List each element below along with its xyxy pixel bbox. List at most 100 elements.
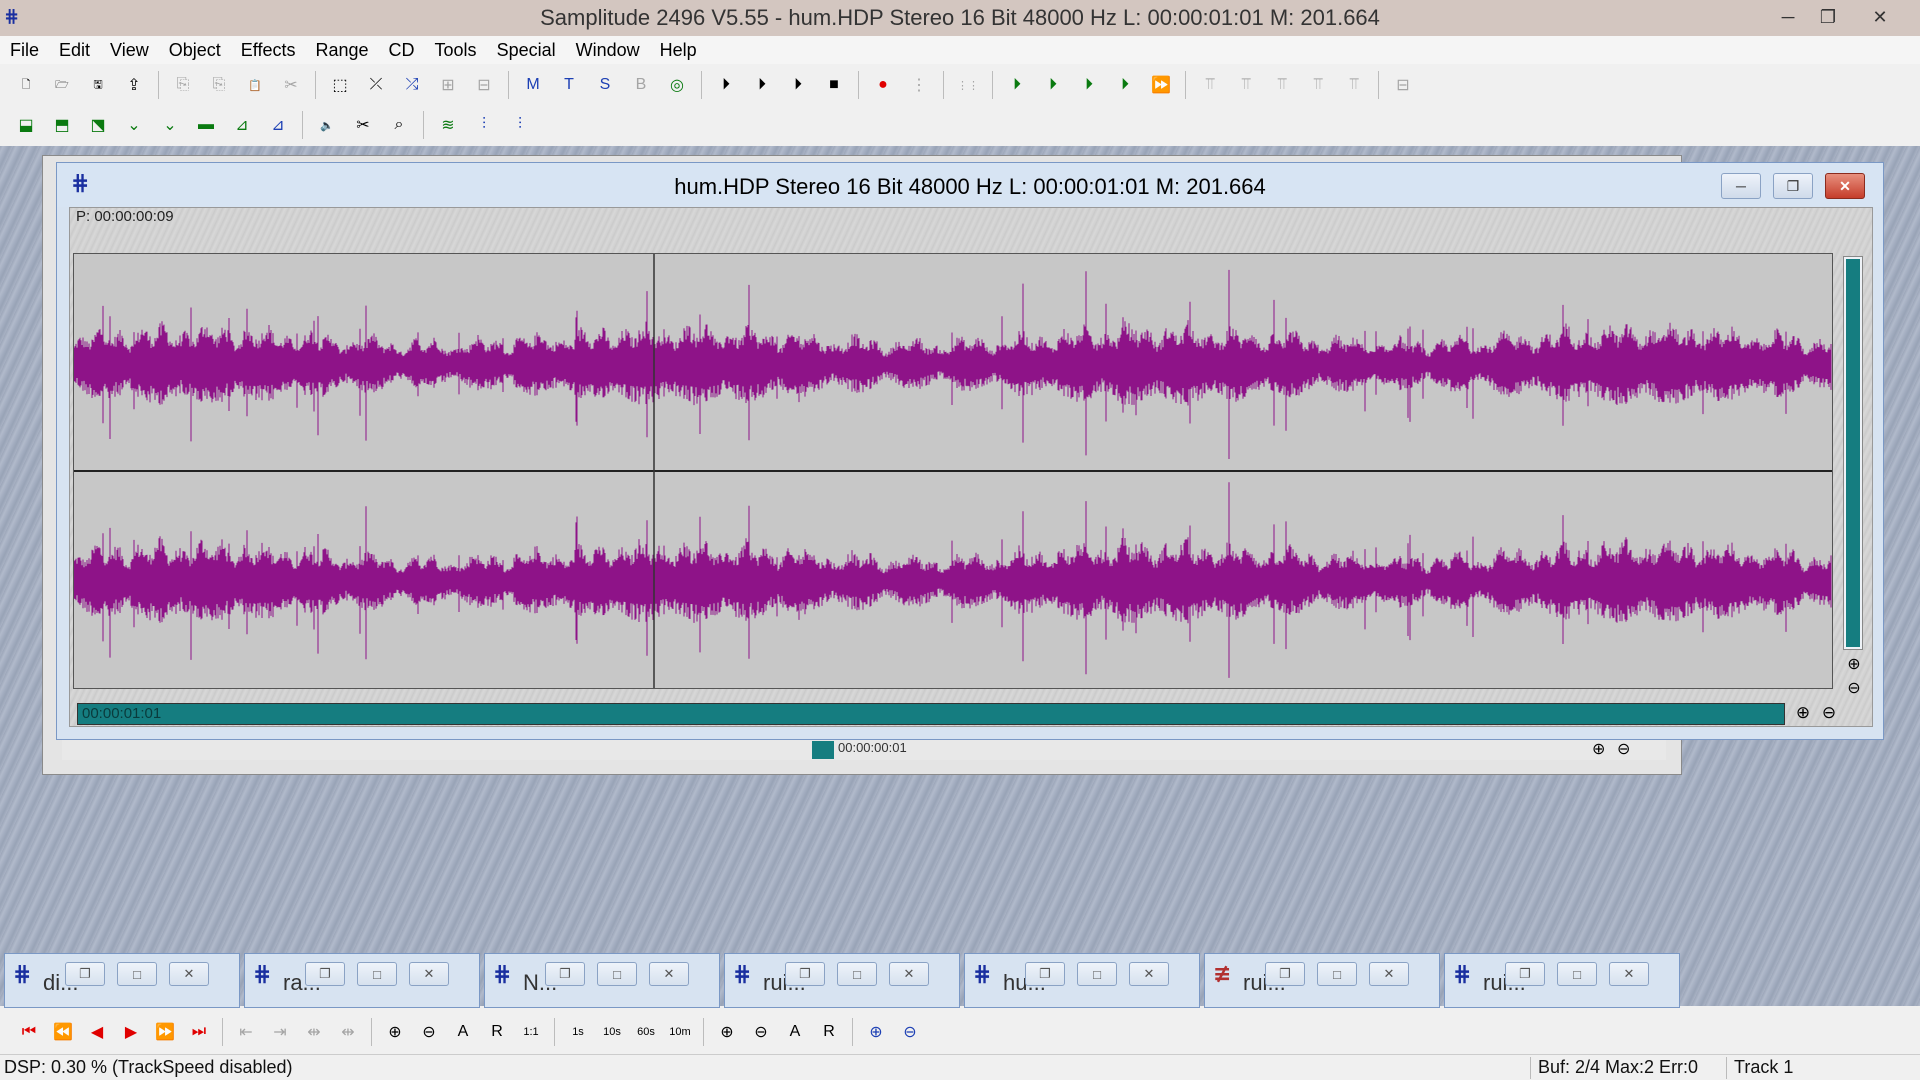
green-play-4-icon[interactable]: ⏵ (1111, 70, 1139, 100)
close-icon[interactable]: ✕ (1369, 962, 1409, 986)
record-icon[interactable]: ● (869, 70, 897, 100)
restore-icon[interactable]: ❐ (1505, 962, 1545, 986)
restore-icon[interactable]: ❐ (1025, 962, 1065, 986)
volume-curve-icon[interactable]: ⌄ (120, 110, 148, 140)
split-icon[interactable]: ⊞ (434, 70, 462, 100)
green-fast-forward-icon[interactable]: ⏩ (1147, 70, 1175, 100)
close-icon[interactable]: ✕ (409, 962, 449, 986)
fast-forward-icon[interactable]: ⏩ (151, 1017, 179, 1047)
volume-2-icon[interactable]: ⫪ (1232, 70, 1260, 100)
play-icon[interactable]: ⏵ (784, 70, 812, 100)
minimized-window[interactable]: ⋕rui...❐□✕ (1444, 953, 1680, 1008)
minimized-window[interactable]: ≢rui...❐□✕ (1204, 953, 1440, 1008)
auto-mode-icon[interactable]: ⊿ (264, 110, 292, 140)
record-options-icon[interactable]: ⋮ (905, 70, 933, 100)
crossfade-blue-icon[interactable]: ⤮ (398, 70, 426, 100)
zoom-out-icon[interactable]: ⊖ (1617, 739, 1630, 759)
minimized-window[interactable]: ⋕ di... ❐ □ ✕ (4, 953, 240, 1008)
copy-range-icon[interactable]: ⎘ (205, 70, 233, 100)
range-expand-icon[interactable]: ⇹ (334, 1017, 362, 1047)
horizontal-zoom-in-icon[interactable]: ⊕ (1792, 703, 1814, 725)
zoom-all-icon[interactable]: A (449, 1017, 477, 1047)
rewind-icon[interactable]: ⏪ (49, 1017, 77, 1047)
menu-help[interactable]: Help (650, 36, 707, 64)
restore-icon[interactable]: ❐ (65, 962, 105, 986)
maximize-icon[interactable]: □ (597, 962, 637, 986)
minimized-window[interactable]: ⋕ ra... ❐ □ ✕ (244, 953, 480, 1008)
zoom-60s-icon[interactable]: 60s (632, 1017, 660, 1047)
select-range-icon[interactable]: ⬚ (326, 70, 354, 100)
wave-window-restore-button[interactable]: ❐ (1773, 173, 1813, 199)
maximize-icon[interactable]: □ (1317, 962, 1357, 986)
green-play-3-icon[interactable]: ⏵ (1075, 70, 1103, 100)
green-play-2-icon[interactable]: ⏵ (1039, 70, 1067, 100)
zoom-10m-icon[interactable]: 10m (666, 1017, 694, 1047)
vzoom-range-icon[interactable]: R (815, 1017, 843, 1047)
play-range-icon[interactable]: ⏵ (748, 70, 776, 100)
vzoom-all-icon[interactable]: A (781, 1017, 809, 1047)
maximize-icon[interactable]: □ (837, 962, 877, 986)
stop-icon[interactable]: ■ (820, 70, 848, 100)
close-icon[interactable]: ✕ (169, 962, 209, 986)
green-play-1-icon[interactable]: ⏵ (1003, 70, 1031, 100)
zoom-reset-icon[interactable]: ⊖ (896, 1017, 924, 1047)
menu-file[interactable]: File (0, 36, 49, 64)
maximize-icon[interactable]: □ (357, 962, 397, 986)
range-left-icon[interactable]: ⇤ (232, 1017, 260, 1047)
vertical-scroll-thumb[interactable] (1846, 259, 1860, 647)
speaker-icon[interactable]: 🔈 (313, 110, 341, 140)
zoom-range-icon[interactable]: R (483, 1017, 511, 1047)
go-to-start-icon[interactable]: ⏮ (15, 1017, 43, 1047)
open-project-icon[interactable]: 🗁 (48, 70, 76, 100)
volume-5-icon[interactable]: ⫪ (1340, 70, 1368, 100)
draw-mode-icon[interactable]: ▬ (192, 110, 220, 140)
object-mode-icon[interactable]: ⬓ (12, 110, 40, 140)
marker-m-icon[interactable]: M (519, 70, 547, 100)
zoom-1s-icon[interactable]: 1s (564, 1017, 592, 1047)
vertical-scrollbar[interactable] (1843, 256, 1863, 650)
marker-s-icon[interactable]: S (591, 70, 619, 100)
step-forward-icon[interactable]: ▶ (117, 1017, 145, 1047)
minimized-window[interactable]: ⋕rui...❐□✕ (724, 953, 960, 1008)
volume-4-icon[interactable]: ⫪ (1304, 70, 1332, 100)
save-project-icon[interactable]: 🖫 (84, 70, 112, 100)
go-to-end-icon[interactable]: ⏭ (185, 1017, 213, 1047)
scrub-icon[interactable]: ✂ (349, 110, 377, 140)
copy-icon[interactable]: ⎘ (169, 70, 197, 100)
split-window-icon[interactable]: ⊟ (1389, 70, 1417, 100)
restore-icon[interactable]: ❐ (305, 962, 345, 986)
zoom-in-1-icon[interactable]: ⊕ (381, 1017, 409, 1047)
maximize-icon[interactable]: □ (1077, 962, 1117, 986)
grid-mark-icon[interactable]: ⫶ (470, 110, 498, 140)
zoom-10s-icon[interactable]: 10s (598, 1017, 626, 1047)
maximize-icon[interactable]: □ (117, 962, 157, 986)
close-icon[interactable]: ✕ (1129, 962, 1169, 986)
zoom-fit-icon[interactable]: ⊕ (862, 1017, 890, 1047)
vzoom-out-icon[interactable]: ⊖ (747, 1017, 775, 1047)
minimized-window[interactable]: ⋕ N... ❐ □ ✕ (484, 953, 720, 1008)
maximize-icon[interactable]: □ (1557, 962, 1597, 986)
wave-window-close-button[interactable]: ✕ (1825, 173, 1865, 199)
new-project-icon[interactable]: 🗋 (12, 70, 40, 100)
restore-window-button[interactable]: ❐ (1808, 0, 1848, 34)
range-mode-icon[interactable]: ⬒ (48, 110, 76, 140)
background-position-marker[interactable] (812, 741, 834, 759)
zoom-in-icon[interactable]: ⊕ (1592, 739, 1605, 759)
menu-cd[interactable]: CD (379, 36, 425, 64)
menu-tools[interactable]: Tools (425, 36, 487, 64)
vzoom-in-icon[interactable]: ⊕ (713, 1017, 741, 1047)
restore-icon[interactable]: ❐ (545, 962, 585, 986)
wave-window-title-bar[interactable]: ⋕ hum.HDP Stereo 16 Bit 48000 Hz L: 00:0… (57, 163, 1883, 207)
volume-3-icon[interactable]: ⫪ (1268, 70, 1296, 100)
menu-window[interactable]: Window (566, 36, 650, 64)
menu-effects[interactable]: Effects (231, 36, 306, 64)
waveform-display[interactable] (73, 253, 1833, 689)
zoom-out-1-icon[interactable]: ⊖ (415, 1017, 443, 1047)
trim-icon[interactable]: ⊟ (470, 70, 498, 100)
vertical-zoom-out-icon[interactable]: ⊖ (1844, 678, 1864, 698)
close-icon[interactable]: ✕ (649, 962, 689, 986)
marker-bit-icon[interactable]: B (627, 70, 655, 100)
menu-object[interactable]: Object (159, 36, 231, 64)
restore-icon[interactable]: ❐ (1265, 962, 1305, 986)
close-window-button[interactable]: ✕ (1860, 0, 1900, 34)
